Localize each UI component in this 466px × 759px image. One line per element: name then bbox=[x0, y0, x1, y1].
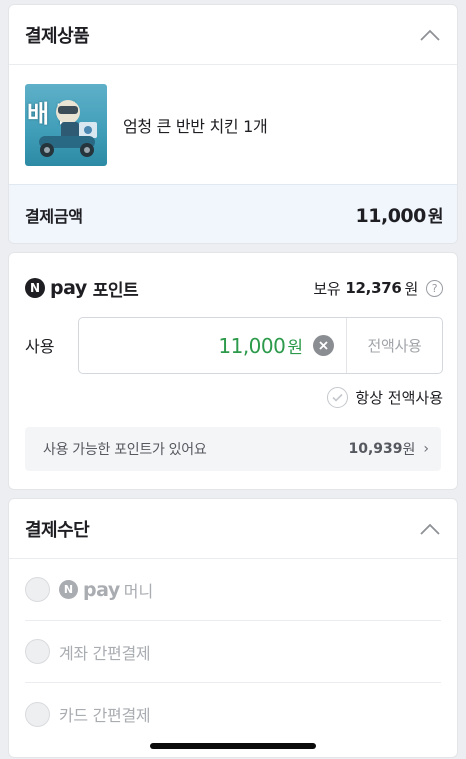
available-points-unit: 원 bbox=[402, 442, 416, 458]
product-name: 엄청 큰 반반 치킨 1개 bbox=[123, 117, 268, 136]
always-use-all-toggle[interactable]: 항상 전액사용 bbox=[327, 387, 443, 408]
payment-amount-unit: 원 bbox=[427, 207, 444, 227]
owned-points-unit: 원 bbox=[404, 279, 418, 298]
payment-method-account[interactable]: 계좌 간편결제 bbox=[25, 621, 441, 683]
payment-amount-number: 11,000 bbox=[355, 205, 427, 227]
payment-section-title: 결제수단 bbox=[25, 519, 90, 541]
chevron-up-icon[interactable] bbox=[419, 28, 441, 42]
use-points-value: 11,000 bbox=[218, 333, 286, 358]
points-title: 포인트 bbox=[92, 280, 139, 301]
chevron-up-icon[interactable] bbox=[419, 522, 441, 536]
radio-button[interactable] bbox=[25, 577, 50, 602]
chevron-right-icon: › bbox=[423, 441, 429, 457]
product-item: 배 킨 엄청 큰 반반 치킨 1개 bbox=[9, 65, 457, 185]
home-indicator[interactable] bbox=[150, 743, 316, 749]
owned-points-value: 12,376 bbox=[345, 279, 402, 297]
check-circle-icon[interactable] bbox=[327, 387, 349, 408]
npay-points-logo: N pay 포인트 bbox=[25, 276, 139, 301]
product-thumbnail: 배 킨 bbox=[25, 84, 107, 166]
product-section-header[interactable]: 결제상품 bbox=[9, 5, 457, 65]
npay-n-icon: N bbox=[59, 580, 78, 599]
payment-amount-value: 11,000 원 bbox=[355, 202, 444, 227]
owned-points: 보유 12,376 원 ? bbox=[313, 278, 443, 299]
close-icon bbox=[319, 341, 328, 350]
use-points-field[interactable]: 11,000 원 bbox=[79, 318, 346, 373]
payment-method-label: 머니 bbox=[123, 581, 154, 601]
clear-icon[interactable] bbox=[313, 335, 334, 356]
payment-section-header[interactable]: 결제수단 bbox=[9, 499, 457, 559]
help-icon[interactable]: ? bbox=[426, 279, 443, 297]
available-points-banner[interactable]: 사용 가능한 포인트가 있어요 10,939 원 › bbox=[25, 427, 441, 471]
points-card: N pay 포인트 보유 12,376 원 ? 사용 11,000 원 전액사용… bbox=[8, 252, 458, 490]
radio-button[interactable] bbox=[25, 701, 50, 727]
payment-method-card: 결제수단 N pay 머니 계좌 간편결제 카드 간편결제 bbox=[8, 498, 458, 758]
available-points-amount: 10,939 원 › bbox=[348, 439, 429, 459]
npay-pay-word: pay bbox=[50, 277, 87, 299]
payment-method-label: 카드 간편결제 bbox=[59, 706, 151, 725]
payment-method-card-pay[interactable]: 카드 간편결제 bbox=[25, 683, 441, 745]
payment-amount-label: 결제금액 bbox=[25, 206, 83, 226]
available-points-text: 사용 가능한 포인트가 있어요 bbox=[43, 442, 207, 458]
npay-n-icon: N bbox=[25, 278, 45, 298]
payment-amount-row: 결제금액 11,000 원 bbox=[9, 184, 457, 243]
radio-button[interactable] bbox=[25, 639, 50, 664]
use-points-label: 사용 bbox=[25, 337, 55, 356]
delivery-rider-icon bbox=[39, 100, 97, 157]
points-header: N pay 포인트 보유 12,376 원 ? bbox=[25, 275, 443, 301]
payment-method-label: 계좌 간편결제 bbox=[59, 643, 151, 663]
use-points-input-box[interactable]: 11,000 원 전액사용 bbox=[78, 317, 443, 374]
payment-method-npay-money[interactable]: N pay 머니 bbox=[25, 559, 441, 621]
npay-pay-word: pay bbox=[83, 578, 120, 601]
product-card: 결제상품 배 킨 엄청 큰 반반 치킨 1개 결제금액 11,000 원 bbox=[8, 4, 458, 244]
available-points-value: 10,939 bbox=[348, 441, 403, 457]
product-section-title: 결제상품 bbox=[25, 25, 90, 47]
always-use-all-label: 항상 전액사용 bbox=[355, 389, 443, 407]
use-points-unit: 원 bbox=[287, 338, 303, 358]
owned-points-label: 보유 bbox=[313, 279, 341, 298]
use-all-button[interactable]: 전액사용 bbox=[346, 318, 442, 373]
